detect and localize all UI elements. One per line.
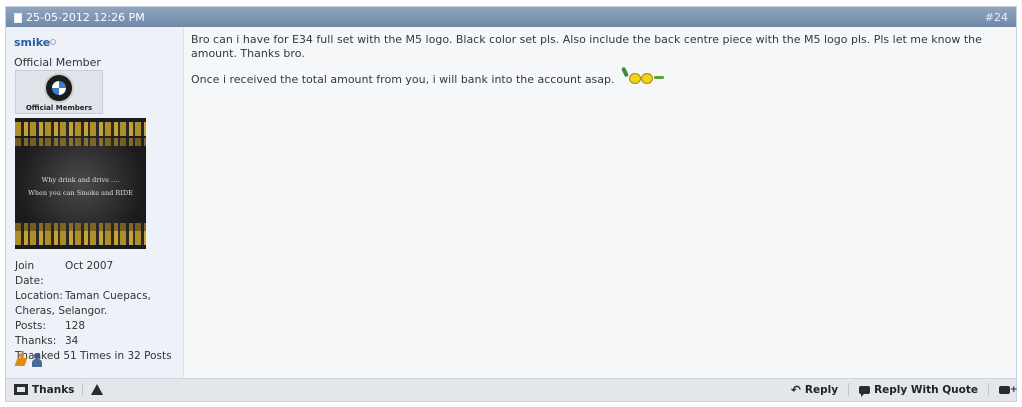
reply-button-label: Reply: [804, 383, 839, 396]
posts-value: 128: [65, 320, 86, 332]
message-paragraph-2-text: Once i received the total amount from yo…: [191, 73, 615, 86]
post-number-link[interactable]: #24: [985, 11, 1008, 24]
thanks-button[interactable]: Thanks: [14, 384, 74, 396]
user-awards: [15, 353, 43, 367]
reply-arrow-icon: ↶: [790, 382, 801, 397]
post-date-text: 25-05-2012 12:26 PM: [26, 11, 145, 24]
member-award-icon[interactable]: [31, 353, 43, 367]
drinking-smiley-icon: [620, 66, 667, 85]
footer-divider: [988, 383, 989, 396]
warning-icon: [91, 384, 104, 395]
offline-status-icon: [50, 39, 56, 45]
thanks-value: 34: [65, 335, 79, 347]
multi-quote-button[interactable]: [999, 385, 1018, 394]
post-footer: Thanks ↶ Reply Reply With Quote: [6, 378, 1018, 401]
post-header: 25-05-2012 12:26 PM #24: [6, 7, 1016, 27]
forum-post: 25-05-2012 12:26 PM #24 smike Official M…: [5, 6, 1018, 402]
post-date: 25-05-2012 12:26 PM: [14, 11, 145, 24]
runner-award-icon[interactable]: [15, 353, 27, 367]
rank-image-label: Official Members: [25, 104, 93, 112]
avatar-text-line-2: When you can Smoke and RIDE: [28, 189, 133, 197]
location-label: Location:: [15, 290, 63, 302]
footer-divider: [82, 383, 84, 396]
document-icon: [14, 12, 22, 23]
user-details: Join Date: Oct 2007 Location: Taman Cuepac…: [15, 259, 177, 364]
message-paragraph-2: Once i received the total amount from yo…: [191, 66, 1006, 87]
reply-button[interactable]: ↶ Reply: [791, 384, 838, 396]
report-button[interactable]: [91, 384, 104, 395]
location-value-continued: Cheras, Selangor.: [15, 305, 108, 317]
avatar[interactable]: Why drink and drive .... When you can Sm…: [15, 118, 146, 249]
location-value: Taman Cuepacs,: [65, 290, 151, 302]
join-date-label: Join Date:: [15, 260, 44, 287]
bmw-logo-icon: [44, 73, 74, 103]
join-date-value: Oct 2007: [65, 260, 114, 272]
user-info-panel: smike Official Member Official Members W…: [6, 27, 184, 381]
multi-quote-icon: [999, 385, 1018, 394]
thanks-label: Thanks:: [15, 335, 57, 347]
rank-image: Official Members: [15, 70, 103, 114]
posts-label: Posts:: [15, 320, 46, 332]
avatar-text-line-1: Why drink and drive ....: [41, 176, 120, 184]
message-paragraph-1: Bro can i have for E34 full set with the…: [191, 33, 982, 60]
footer-divider: [848, 383, 850, 396]
thanks-button-label: Thanks: [32, 383, 75, 396]
user-title: Official Member: [14, 56, 101, 69]
reply-with-quote-button[interactable]: Reply With Quote: [859, 383, 978, 397]
username-link[interactable]: smike: [14, 36, 50, 49]
post-content: Bro can i have for E34 full set with the…: [191, 33, 1006, 97]
quote-bubble-icon: [859, 385, 871, 397]
reply-with-quote-label: Reply With Quote: [874, 383, 978, 396]
thanks-icon: [14, 384, 28, 395]
